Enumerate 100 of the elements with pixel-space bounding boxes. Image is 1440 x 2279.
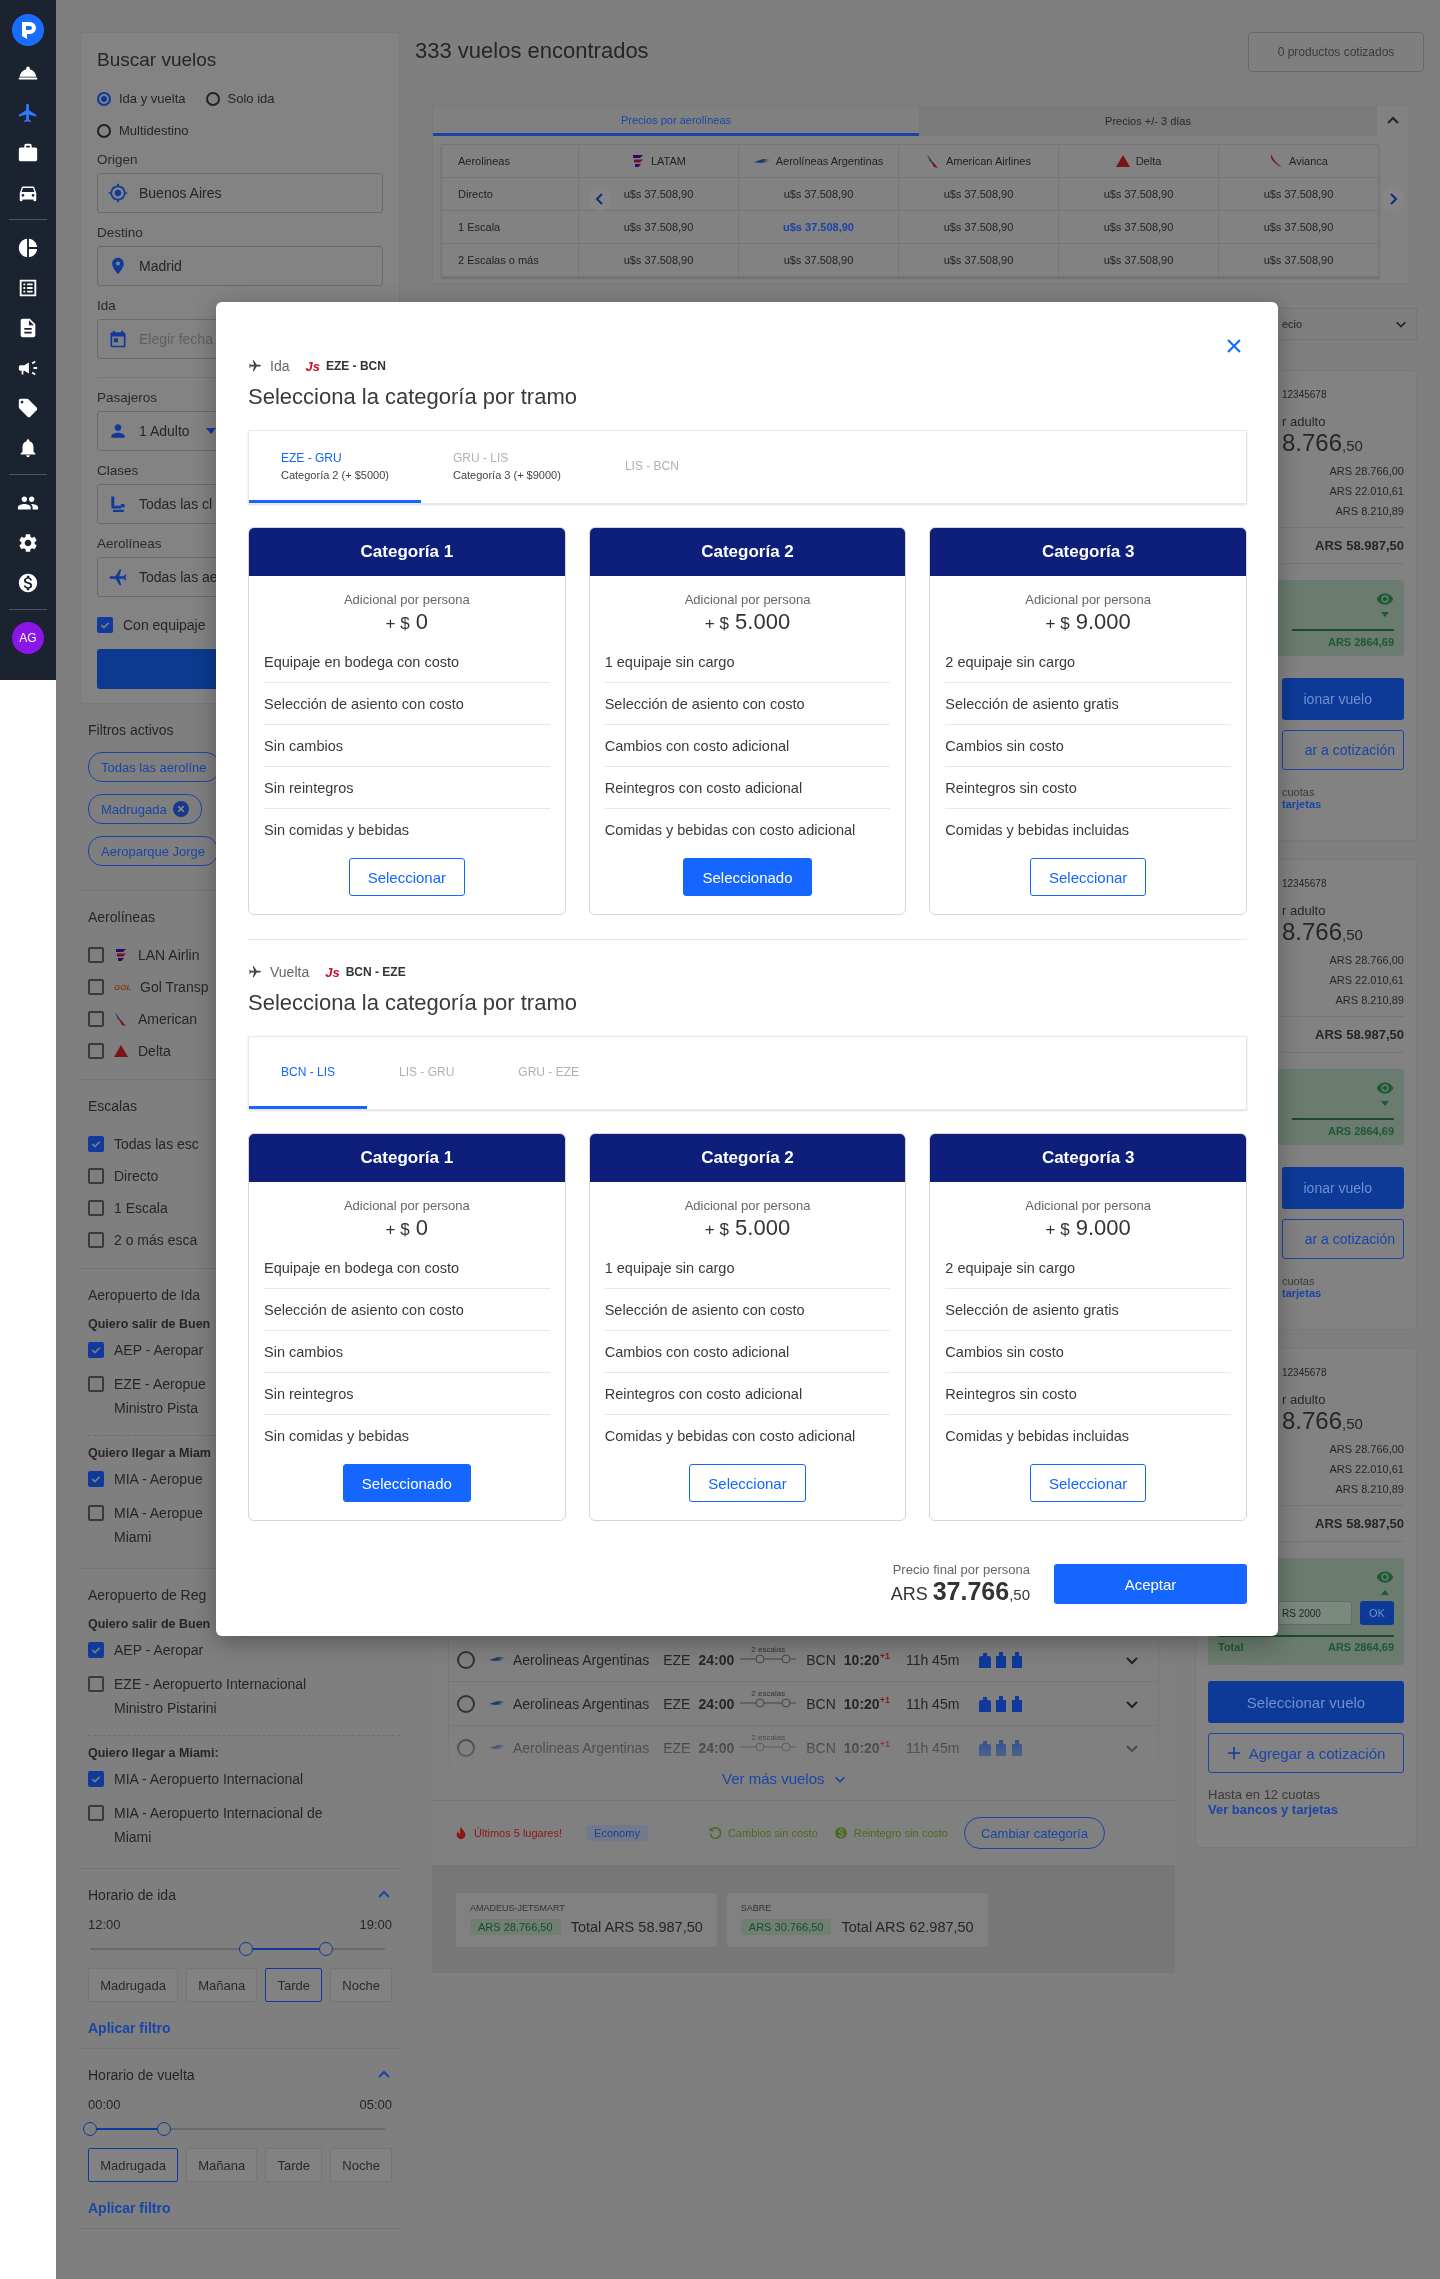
- feature-item: Cambios con costo adicional: [604, 725, 891, 767]
- cabin-tag: Economy: [586, 1825, 648, 1841]
- feature-item: Comidas y bebidas incluidas: [945, 1426, 1131, 1446]
- price-breakdown: ARS 8.210,89: [1334, 1483, 1404, 1495]
- final-price: ARS 37.766,50: [890, 1577, 1030, 1606]
- dialog-title: Selecciona la categoría por tramo: [248, 990, 578, 1016]
- category-price: + $ 0: [385, 1215, 429, 1241]
- feature-item: 1 equipaje sin cargo: [604, 641, 891, 683]
- group-label: Quiero llegar a Miam: [88, 1446, 211, 1460]
- booking-code: 12345678: [1282, 389, 1328, 400]
- column-header: American Airlines: [946, 155, 1031, 167]
- section-title: Horario de ida: [88, 1887, 176, 1903]
- airline-logo: GOL: [114, 982, 130, 992]
- passenger-label: r adulto: [1282, 1392, 1327, 1407]
- feature-item: Selección de asiento con costo: [604, 1289, 891, 1331]
- row-header: 2 Escalas o más: [457, 253, 540, 268]
- section-title: Escalas: [88, 1098, 138, 1114]
- feature-item: Selección de asiento gratis: [945, 1289, 1231, 1331]
- departure-time: 24:00: [698, 1651, 735, 1668]
- category-header: Categoría 3: [930, 528, 1246, 576]
- category-price: + $ 0: [385, 609, 429, 635]
- range-end: 05:00: [359, 2097, 392, 2112]
- passenger-label: r adulto: [1282, 903, 1327, 918]
- airline-name: Aerolineas Argentinas: [513, 1695, 650, 1712]
- urgency-label: Últimos 5 lugares!: [474, 1827, 563, 1839]
- total-price: Total ARS 58.987,50: [570, 1919, 703, 1935]
- field-label: Clases: [97, 463, 139, 478]
- installments-text: Hasta en 12 cuotas: [1208, 1787, 1322, 1802]
- price-breakdown: ARS 28.766,00: [1328, 954, 1404, 966]
- airline-name: Aerolineas Argentinas: [513, 1651, 650, 1668]
- range-end: 19:00: [359, 1917, 392, 1932]
- feature-item: Sin reintegros: [264, 1373, 550, 1415]
- range-start: 00:00: [88, 2097, 121, 2112]
- airport-code: EZE: [663, 1651, 691, 1668]
- column-header: Aerolineas: [458, 155, 510, 167]
- feature-item: Selección de asiento con costo: [264, 683, 550, 725]
- feature-item: Sin cambios: [264, 1331, 550, 1373]
- total-price: Total ARS 62.987,50: [841, 1919, 974, 1935]
- feature-item: Sin cambios: [264, 725, 550, 767]
- group-label: Quiero salir de Buen: [88, 1617, 211, 1631]
- column-header: LATAM: [650, 155, 686, 167]
- passenger-label: r adulto: [1282, 414, 1327, 429]
- feature-item: Comidas y bebidas incluidas: [945, 820, 1131, 840]
- feature-item: Comidas y bebidas con costo adicional: [604, 820, 857, 840]
- price-note: Adicional por persona: [684, 592, 811, 607]
- total-price: ARS 58.987,50: [1314, 1516, 1404, 1531]
- provider-name: AMADEUS-JETSMART: [470, 1903, 566, 1913]
- row-header: 1 Escala: [457, 220, 502, 235]
- category-price: + $ 9.000: [1045, 609, 1131, 635]
- total-label: Total: [1218, 1641, 1244, 1653]
- fee-amount: ARS 2864,69: [1327, 636, 1394, 648]
- price-breakdown: ARS 22.010,61: [1328, 974, 1404, 986]
- installments-text: cuotas: [1282, 1275, 1316, 1287]
- price-note: Adicional por persona: [343, 1198, 470, 1213]
- field-label: Origen: [97, 152, 138, 167]
- arrival-time: 10:20$^{+1}$: [843, 1695, 890, 1712]
- panel-title: Buscar vuelos: [97, 49, 218, 71]
- airport-code: EZE: [663, 1695, 691, 1712]
- price-breakdown: ARS 28.766,00: [1328, 1443, 1404, 1455]
- feature-item: Reintegros con costo adicional: [604, 1373, 891, 1415]
- changes-label: Cambios sin costo: [727, 1827, 818, 1839]
- category-header: Categoría 1: [249, 1134, 565, 1182]
- column-header: Delta: [1135, 155, 1162, 167]
- price-breakdown: ARS 22.010,61: [1328, 1463, 1404, 1475]
- category-header: Categoría 1: [249, 528, 565, 576]
- price-breakdown: ARS 8.210,89: [1334, 505, 1404, 517]
- booking-code: 12345678: [1282, 878, 1328, 889]
- arrival-time: 10:20$^{+1}$: [843, 1651, 890, 1668]
- row-header: Directo: [457, 187, 494, 202]
- price-note: Adicional por persona: [1025, 1198, 1152, 1213]
- airline-logo: Js: [325, 964, 340, 980]
- stops-label: 2 escalas: [751, 1689, 786, 1698]
- price-tag: ARS 28.766,50: [470, 1919, 561, 1935]
- group-label: Quiero salir de Buen: [88, 1317, 211, 1331]
- price-breakdown: ARS 28.766,00: [1328, 465, 1404, 477]
- field-label: Destino: [97, 225, 143, 240]
- feature-item: Equipaje en bodega con costo: [264, 1247, 550, 1289]
- installments-text: cuotas: [1282, 786, 1316, 798]
- category-price: + $ 5.000: [704, 609, 791, 635]
- feature-item: Reintegros sin costo: [945, 767, 1231, 809]
- airport-code: BCN: [806, 1695, 836, 1712]
- direction-label: Vuelta: [270, 964, 310, 980]
- results-title: 333 vuelos encontrados: [415, 38, 649, 64]
- route-label: EZE - BCN: [325, 359, 386, 373]
- dialog-title: Selecciona la categoría por tramo: [248, 384, 578, 410]
- route-label: BCN - EZE: [345, 965, 406, 979]
- category-price: + $ 9.000: [1045, 1215, 1131, 1241]
- feature-item: Cambios sin costo: [945, 1331, 1231, 1373]
- section-title: Filtros activos: [88, 722, 174, 738]
- fee-amount: ARS 2864,69: [1327, 1125, 1394, 1137]
- booking-code: 12345678: [1282, 1367, 1328, 1378]
- feature-item: Comidas y bebidas con costo adicional: [604, 1426, 857, 1446]
- feature-item: Reintegros con costo adicional: [604, 767, 891, 809]
- price-note: Adicional por persona: [1025, 592, 1152, 607]
- field-label: Aerolíneas: [97, 536, 162, 551]
- category-header: Categoría 2: [589, 1134, 906, 1182]
- section-title: Aeropuerto de Reg: [88, 1587, 207, 1603]
- price-breakdown: ARS 22.010,61: [1328, 485, 1404, 497]
- total-price: ARS 58.987,50: [1314, 1027, 1404, 1042]
- feature-item: Selección de asiento gratis: [945, 683, 1231, 725]
